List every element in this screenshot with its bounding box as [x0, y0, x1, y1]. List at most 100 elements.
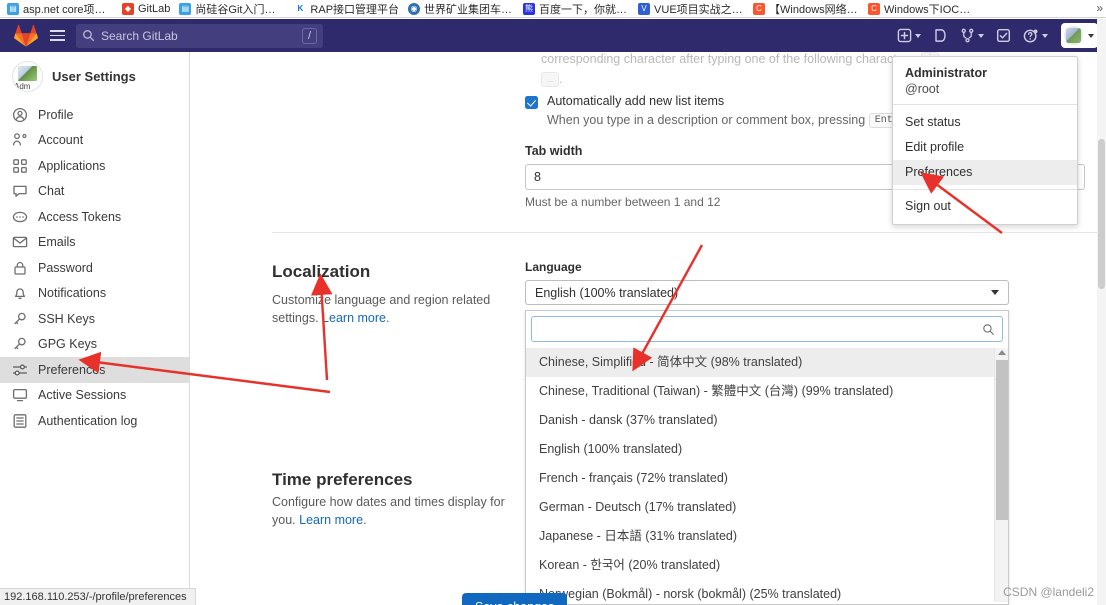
- hamburger-line: [50, 35, 65, 37]
- sidebar-item-gpg-keys[interactable]: GPG Keys: [0, 332, 189, 358]
- language-option[interactable]: Norwegian (Bokmål) - norsk (bokmål) (25%…: [526, 580, 1008, 602]
- language-option-list[interactable]: Chinese, Simplified - 简体中文 (98% translat…: [526, 348, 1008, 602]
- gitlab-logo-icon[interactable]: [14, 24, 38, 48]
- scroll-up-arrow-icon[interactable]: [998, 350, 1006, 355]
- language-field-label: Language: [525, 260, 582, 274]
- bookmark-overflow-button[interactable]: »: [1096, 1, 1103, 15]
- bookmark-item[interactable]: 熊 百度一下，你就知道: [520, 1, 635, 17]
- keyboard-key-underscore: _: [541, 72, 559, 87]
- language-option[interactable]: Korean - 한국어 (20% translated): [526, 551, 1008, 580]
- bookmark-item[interactable]: V VUE项目实战之前...: [635, 1, 750, 17]
- chevron-down-icon: [1088, 34, 1094, 38]
- language-option[interactable]: French - français (72% translated): [526, 464, 1008, 493]
- bookmark-label: RAP接口管理平台: [310, 1, 399, 17]
- language-select[interactable]: English (100% translated): [525, 280, 1009, 305]
- menu-item-edit-profile[interactable]: Edit profile: [893, 135, 1077, 160]
- gitlab-icon: ◆: [122, 3, 134, 15]
- language-option[interactable]: German - Deutsch (17% translated): [526, 493, 1008, 522]
- chevron-down-icon: [1042, 34, 1048, 38]
- sidebar-item-access-tokens[interactable]: Access Tokens: [0, 204, 189, 230]
- sidebar-item-label: Authentication log: [38, 414, 137, 428]
- language-option[interactable]: Danish - dansk (37% translated): [526, 406, 1008, 435]
- browser-bookmark-bar: ▤ asp.net core项目... ◆ GitLab ▤ 尚硅谷Git入门到…: [0, 0, 1106, 18]
- envelope-icon: [12, 234, 28, 250]
- language-dropdown-panel: Chinese, Simplified - 简体中文 (98% translat…: [525, 310, 1009, 605]
- create-new-menu-button[interactable]: [892, 23, 926, 49]
- token-icon: [12, 209, 28, 225]
- bookmark-item[interactable]: ◆ GitLab: [119, 3, 176, 15]
- user-menu-handle: @root: [905, 82, 1065, 96]
- vue-icon: V: [638, 3, 650, 15]
- merge-requests-menu-button[interactable]: [955, 23, 989, 49]
- bookmark-item[interactable]: C Windows下IOCP...: [865, 1, 980, 17]
- user-menu-section: Set status Edit profile Preferences: [893, 105, 1077, 189]
- menu-item-sign-out[interactable]: Sign out: [893, 194, 1077, 219]
- save-changes-button[interactable]: Save changes: [462, 593, 567, 605]
- bookmark-item[interactable]: ▤ 尚硅谷Git入门到精...: [176, 1, 291, 17]
- preferences-icon: [12, 362, 28, 378]
- sidebar-item-preferences[interactable]: Preferences: [0, 357, 189, 383]
- time-preferences-learn-more-link[interactable]: Learn more: [299, 513, 363, 527]
- language-search-input[interactable]: [539, 322, 982, 336]
- bookmark-item[interactable]: K RAP接口管理平台: [291, 1, 405, 17]
- search-input[interactable]: [101, 29, 291, 43]
- localization-section-description: Customize language and region related se…: [272, 291, 520, 327]
- sidebar-item-password[interactable]: Password: [0, 255, 189, 281]
- hamburger-line: [50, 30, 65, 32]
- time-preferences-section-description: Configure how dates and times display fo…: [272, 493, 520, 529]
- hamburger-menu-button[interactable]: [44, 24, 70, 48]
- bookmark-item[interactable]: ◉ 世界矿业集团车辆...: [405, 1, 520, 17]
- todos-button[interactable]: [991, 23, 1016, 49]
- sidebar-item-ssh-keys[interactable]: SSH Keys: [0, 306, 189, 332]
- language-search-wrapper[interactable]: [531, 316, 1003, 342]
- sidebar-item-label: Applications: [38, 159, 105, 173]
- language-list-scrollbar[interactable]: [994, 348, 1008, 602]
- language-option[interactable]: English (100% translated): [526, 435, 1008, 464]
- sidebar-item-label: Account: [38, 133, 83, 147]
- chevron-down-icon: [915, 34, 921, 38]
- sidebar-item-applications[interactable]: Applications: [0, 153, 189, 179]
- localization-learn-more-link[interactable]: Learn more: [322, 311, 386, 325]
- search-icon: [982, 323, 995, 336]
- help-menu-button[interactable]: [1018, 23, 1053, 49]
- sidebar-item-label: Profile: [38, 108, 73, 122]
- issues-button[interactable]: [928, 23, 953, 49]
- bookmark-item[interactable]: ▤ asp.net core项目...: [4, 1, 119, 17]
- language-option[interactable]: Japanese - 日本語 (31% translated): [526, 522, 1008, 551]
- user-avatar-menu-button[interactable]: [1061, 23, 1098, 48]
- sidebar-item-label: Access Tokens: [38, 210, 121, 224]
- applications-icon: [12, 158, 28, 174]
- truncated-help-text: corresponding character after typing one…: [541, 52, 939, 67]
- menu-item-preferences[interactable]: Preferences: [893, 160, 1077, 185]
- menu-item-set-status[interactable]: Set status: [893, 110, 1077, 135]
- hamburger-line: [50, 39, 65, 41]
- user-menu-section: Sign out: [893, 190, 1077, 224]
- page-scrollbar[interactable]: [1097, 19, 1106, 605]
- bookmark-item[interactable]: C 【Windows网络编...: [750, 1, 865, 17]
- sidebar-item-label: SSH Keys: [38, 312, 95, 326]
- sidebar-item-notifications[interactable]: Notifications: [0, 281, 189, 307]
- sidebar-item-active-sessions[interactable]: Active Sessions: [0, 383, 189, 409]
- language-option[interactable]: Chinese, Traditional (Taiwan) - 繁體中文 (台灣…: [526, 377, 1008, 406]
- sidebar-item-label: Chat: [38, 184, 64, 198]
- scrollbar-thumb[interactable]: [996, 360, 1008, 520]
- sidebar-item-authentication-log[interactable]: Authentication log: [0, 408, 189, 434]
- scrollbar-thumb[interactable]: [1098, 139, 1105, 289]
- sidebar-item-label: Preferences: [38, 363, 105, 377]
- sidebar-item-profile[interactable]: Profile: [0, 102, 189, 128]
- localization-section-title: Localization: [272, 262, 370, 282]
- avatar-alt-text: Adm: [14, 82, 30, 91]
- broken-image-icon: [18, 66, 37, 81]
- auto-add-list-items-checkbox[interactable]: [525, 96, 538, 109]
- sidebar-item-emails[interactable]: Emails: [0, 230, 189, 256]
- monitor-icon: [12, 387, 28, 403]
- key-icon: [12, 311, 28, 327]
- sidebar-item-chat[interactable]: Chat: [0, 179, 189, 205]
- sidebar-item-account[interactable]: Account: [0, 128, 189, 154]
- bookmark-label: 【Windows网络编...: [769, 1, 859, 17]
- global-search-box[interactable]: /: [76, 24, 323, 48]
- language-option[interactable]: Chinese, Simplified - 简体中文 (98% translat…: [526, 348, 1008, 377]
- truncated-help-text-second-line: _.: [541, 72, 563, 87]
- period: .: [363, 513, 366, 527]
- avatar: Adm: [12, 61, 43, 92]
